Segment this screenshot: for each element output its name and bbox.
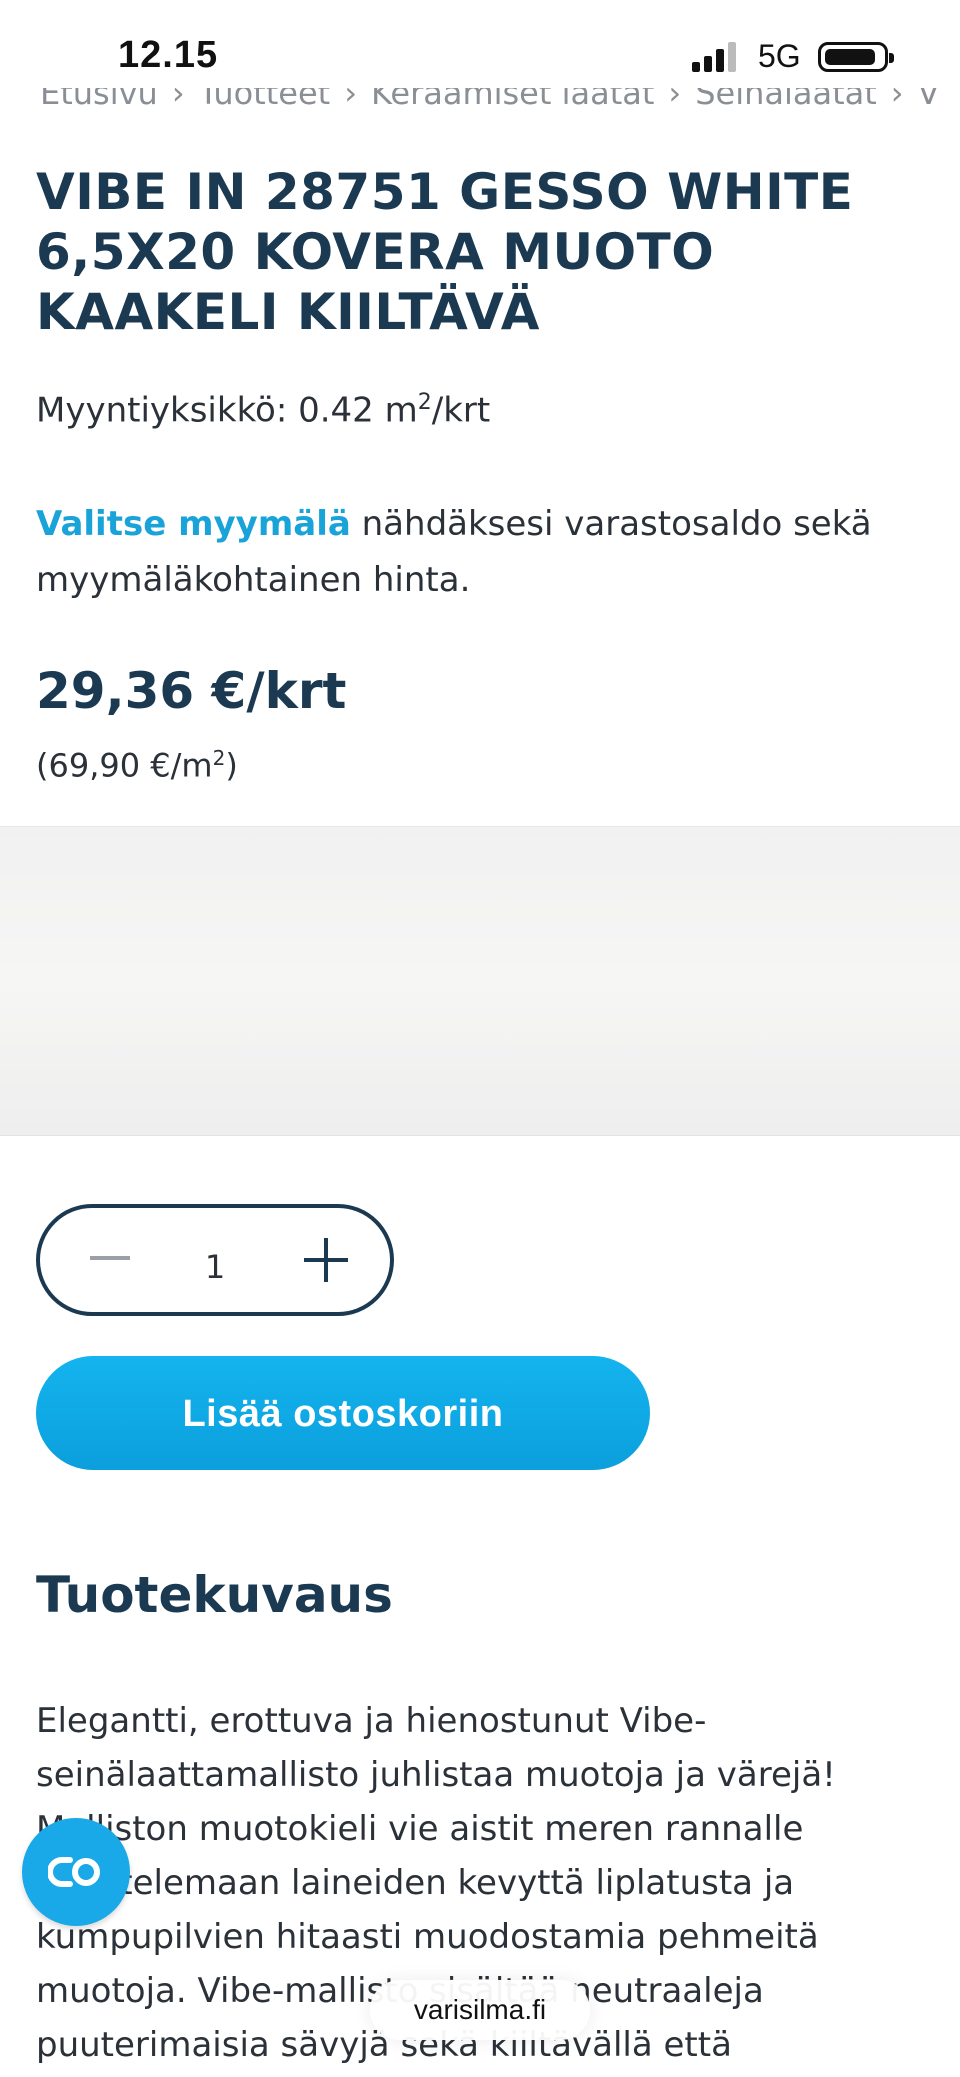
quantity-stepper: 1 bbox=[36, 1204, 394, 1316]
product-image[interactable] bbox=[0, 826, 960, 1136]
breadcrumb-item-ceramic-tiles[interactable]: Keraamiset laatat bbox=[371, 88, 654, 112]
product-title: VIBE IN 28751 GESSO WHITE 6,5X20 KOVERA … bbox=[36, 163, 854, 341]
sales-unit-exponent: 2 bbox=[417, 390, 432, 415]
store-info: Valitse myymälä nähdäksesi varastosaldo … bbox=[36, 496, 916, 608]
chevron-right-icon: › bbox=[171, 88, 185, 112]
unit-price-exponent: 2 bbox=[212, 746, 226, 770]
select-store-link[interactable]: Valitse myymälä bbox=[36, 504, 351, 544]
chevron-right-icon: › bbox=[344, 88, 357, 112]
chat-icon bbox=[48, 1857, 100, 1887]
chevron-right-icon: › bbox=[890, 88, 904, 112]
unit-price: (69,90 €/m2) bbox=[36, 746, 238, 785]
signal-icon bbox=[692, 40, 740, 72]
breadcrumb-item-wall-tiles[interactable]: Seinälaatat bbox=[695, 88, 877, 112]
sales-unit-suffix: /krt bbox=[431, 390, 491, 431]
network-label: 5G bbox=[758, 38, 801, 74]
quantity-value[interactable]: 1 bbox=[170, 1248, 260, 1286]
unit-price-suffix: ) bbox=[225, 746, 238, 785]
breadcrumb-item-home[interactable]: Etusivu bbox=[40, 88, 158, 112]
sales-unit-value: Myyntiyksikkö: 0.42 m bbox=[36, 390, 418, 431]
url-bar[interactable]: varisilma.fi bbox=[370, 1980, 590, 2040]
description-heading: Tuotekuvaus bbox=[36, 1566, 393, 1624]
unit-price-value: (69,90 €/m bbox=[36, 746, 213, 785]
minus-icon[interactable] bbox=[90, 1256, 130, 1260]
chevron-right-icon: › bbox=[668, 88, 682, 112]
breadcrumb-item-vibe[interactable]: Vibe bbox=[918, 88, 940, 112]
breadcrumb: Etusivu › Tuotteet › Keraamiset laatat › Seinä… bbox=[40, 88, 940, 120]
battery-icon bbox=[818, 42, 894, 72]
status-time: 12.15 bbox=[118, 34, 219, 76]
plus-icon[interactable] bbox=[304, 1238, 348, 1282]
add-to-cart-button[interactable]: Lisää ostoskoriin bbox=[36, 1356, 650, 1470]
chat-button[interactable] bbox=[22, 1818, 130, 1926]
breadcrumb-item-products[interactable]: Tuotteet bbox=[199, 88, 331, 112]
sales-unit: Myyntiyksikkö: 0.42 m2/krt bbox=[36, 390, 490, 430]
product-price: 29,36 €/krt bbox=[36, 662, 347, 720]
